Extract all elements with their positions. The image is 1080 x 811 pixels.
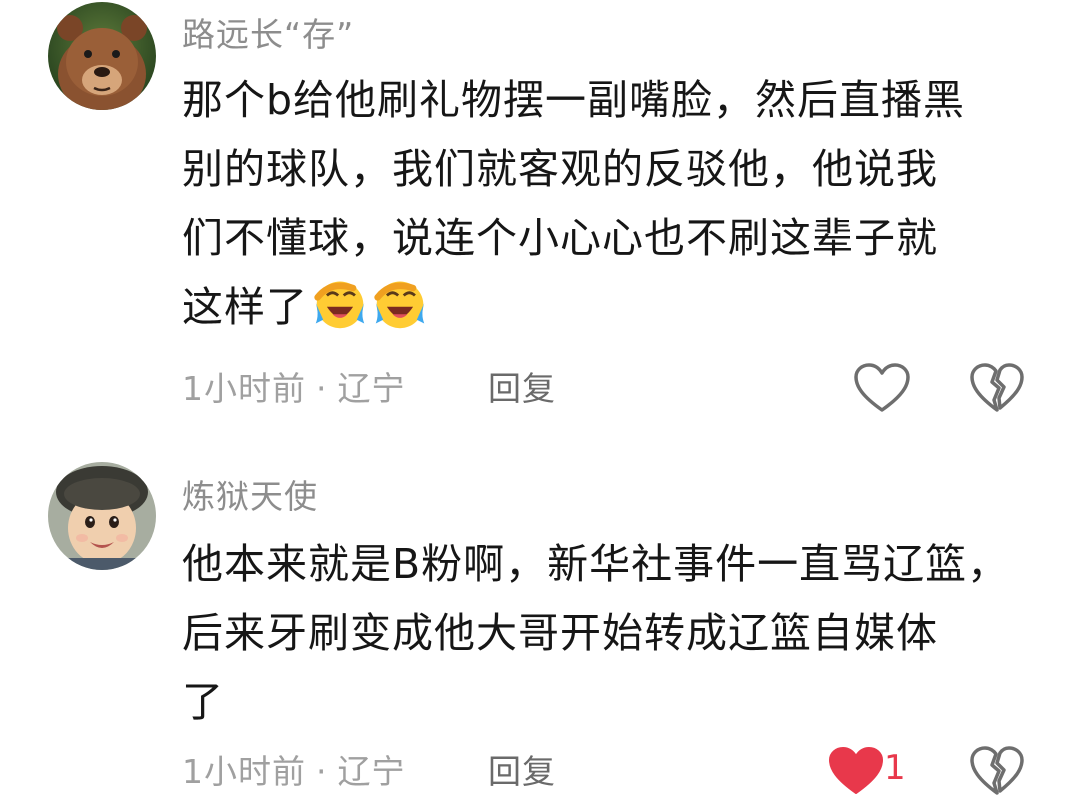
- broken-heart-icon[interactable]: [968, 745, 1026, 797]
- comment-item: 炼狱天使 他本来就是B粉啊，新华社事件一直骂辽篮， 后来牙刷变成他大哥开始转成辽…: [0, 440, 1080, 811]
- bear-avatar-image: [48, 2, 156, 110]
- comment-location: 辽宁: [337, 752, 406, 791]
- comment-author[interactable]: 路远长“存”: [182, 8, 354, 56]
- meta-separator: ·: [316, 369, 328, 408]
- comment-text-line: 那个b给他刷礼物摆一副嘴脸，然后直播黑: [182, 76, 966, 124]
- comment-time: 1小时前: [182, 369, 306, 408]
- comment-text-line: 别的球队，我们就客观的反驳他，他说我: [182, 145, 938, 193]
- comment-text: 他本来就是B粉啊，新华社事件一直骂辽篮， 后来牙刷变成他大哥开始转成辽篮自媒体 …: [182, 530, 1052, 737]
- comment-text-line: 们不懂球，说连个小心心也不刷这辈子就: [182, 214, 938, 262]
- comment-author[interactable]: 炼狱天使: [182, 470, 318, 518]
- child-avatar-image: [48, 462, 156, 570]
- comment-text-line: 了: [182, 678, 224, 726]
- comment-text-line: 后来牙刷变成他大哥开始转成辽篮自媒体: [182, 609, 938, 657]
- comment-list: 路远长“存” 那个b给他刷礼物摆一副嘴脸，然后直播黑 别的球队，我们就客观的反驳…: [0, 0, 1080, 811]
- comment-location: 辽宁: [337, 369, 406, 408]
- avatar[interactable]: [48, 462, 156, 570]
- comment-time: 1小时前: [182, 752, 306, 791]
- comment-meta: 1小时前 · 辽宁: [182, 362, 406, 410]
- comment-item: 路远长“存” 那个b给他刷礼物摆一副嘴脸，然后直播黑 别的球队，我们就客观的反驳…: [0, 0, 1080, 440]
- crying-laughing-emoji: [374, 281, 425, 329]
- crying-laughing-emoji: [314, 281, 365, 329]
- comment-text-line: 这样了: [182, 283, 308, 331]
- reply-button[interactable]: 回复: [488, 362, 556, 410]
- reply-button[interactable]: 回复: [488, 745, 556, 793]
- meta-separator: ·: [316, 752, 328, 791]
- comment-text-line: 他本来就是B粉啊，新华社事件一直骂辽篮，: [182, 540, 1010, 588]
- comment-meta: 1小时前 · 辽宁: [182, 745, 406, 793]
- comment-text-last-line: 这样了: [182, 273, 1052, 342]
- broken-heart-icon[interactable]: [968, 362, 1026, 414]
- heart-outline-icon[interactable]: [852, 362, 912, 414]
- like-count: 1: [884, 748, 906, 788]
- avatar[interactable]: [48, 2, 156, 110]
- comment-text: 那个b给他刷礼物摆一副嘴脸，然后直播黑 别的球队，我们就客观的反驳他，他说我 们…: [182, 66, 1052, 342]
- heart-filled-icon[interactable]: [826, 745, 886, 797]
